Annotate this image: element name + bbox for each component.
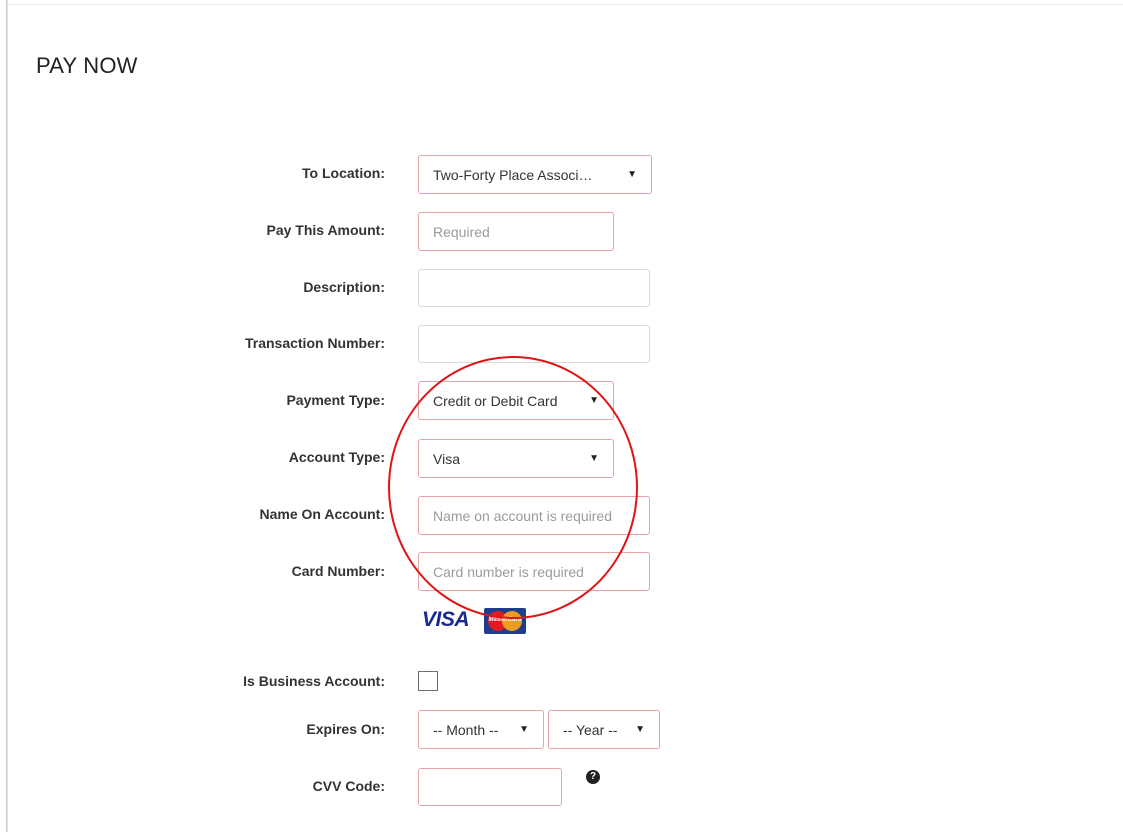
payment-type-select[interactable]: Credit or Debit Card ▼ xyxy=(418,381,614,420)
left-border xyxy=(6,0,8,832)
transaction-number-label: Transaction Number: xyxy=(244,335,385,351)
expiry-month-select[interactable]: -- Month -- ▼ xyxy=(418,710,544,749)
mastercard-logo-icon: MasterCard xyxy=(484,608,526,634)
name-on-account-label: Name On Account: xyxy=(259,506,386,522)
account-type-label: Account Type: xyxy=(288,449,385,465)
chevron-down-icon: ▼ xyxy=(589,395,599,406)
top-border xyxy=(8,4,1123,5)
cvv-code-input[interactable] xyxy=(418,768,562,806)
business-account-checkbox[interactable] xyxy=(418,671,438,691)
payment-type-label: Payment Type: xyxy=(286,392,385,408)
page-title: PAY NOW xyxy=(36,53,138,78)
description-input[interactable] xyxy=(418,269,650,307)
chevron-down-icon: ▼ xyxy=(627,169,637,180)
visa-logo-icon: VISA xyxy=(422,608,470,631)
payment-type-value: Credit or Debit Card xyxy=(433,392,558,409)
account-type-select[interactable]: Visa ▼ xyxy=(418,439,614,478)
transaction-number-input[interactable] xyxy=(418,325,650,363)
to-location-label: To Location: xyxy=(302,165,385,181)
expiry-year-select[interactable]: -- Year -- ▼ xyxy=(548,710,660,749)
to-location-select[interactable]: Two-Forty Place Associ… ▼ xyxy=(418,155,652,194)
description-label: Description: xyxy=(303,279,385,295)
to-location-value: Two-Forty Place Associ… xyxy=(433,166,593,183)
chevron-down-icon: ▼ xyxy=(635,724,645,735)
chevron-down-icon: ▼ xyxy=(589,453,599,464)
card-number-input[interactable] xyxy=(418,552,650,591)
pay-amount-label: Pay This Amount: xyxy=(266,222,386,238)
chevron-down-icon: ▼ xyxy=(519,724,529,735)
account-type-value: Visa xyxy=(433,450,460,467)
business-account-label: Is Business Account: xyxy=(243,673,385,689)
expires-on-label: Expires On: xyxy=(306,721,385,737)
pay-amount-input[interactable] xyxy=(418,212,614,251)
card-number-label: Card Number: xyxy=(291,563,385,579)
name-on-account-input[interactable] xyxy=(418,496,650,535)
cvv-code-label: CVV Code: xyxy=(312,778,385,794)
question-circle-icon[interactable]: ? xyxy=(586,770,600,784)
pay-now-page: PAY NOW To Location: Two-Forty Place Ass… xyxy=(0,0,1123,832)
expiry-year-value: -- Year -- xyxy=(563,721,618,738)
expiry-month-value: -- Month -- xyxy=(433,721,499,738)
